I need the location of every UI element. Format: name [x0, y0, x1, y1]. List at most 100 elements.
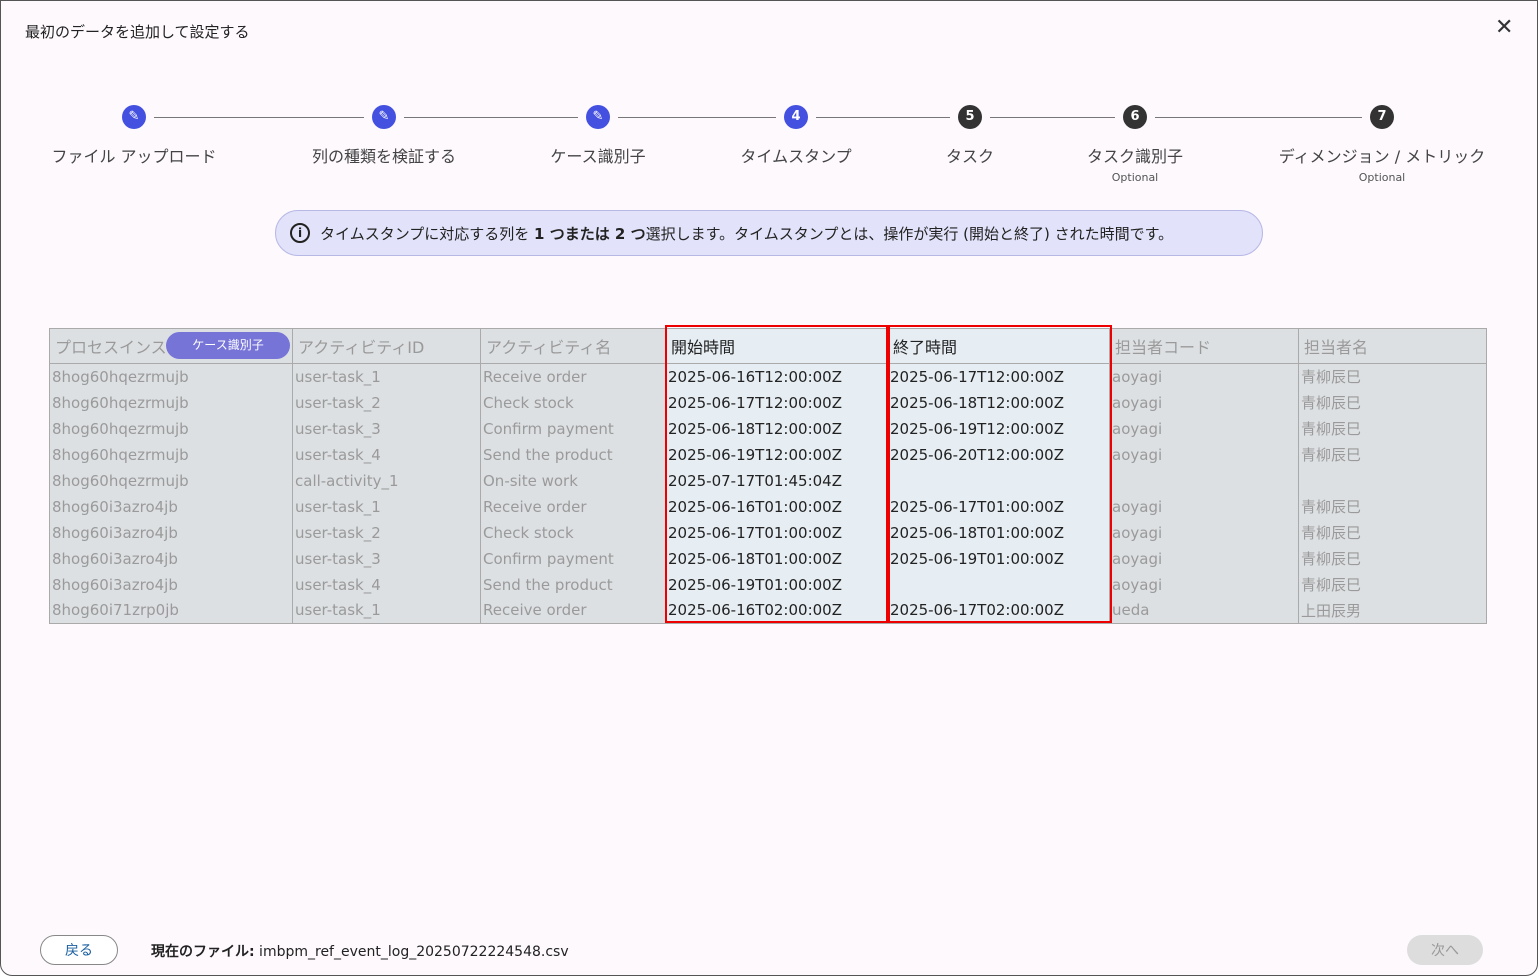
table-cell	[1109, 467, 1299, 494]
step-optional: Optional	[1111, 171, 1159, 184]
table-cell: aoyagi	[1109, 415, 1299, 442]
table-cell: user-task_1	[292, 597, 481, 624]
table-cell: user-task_3	[292, 545, 481, 572]
info-bold: 1 つまたは 2 つ	[534, 224, 646, 243]
current-file-label: 現在のファイル:	[151, 944, 255, 960]
step-number: 6	[1123, 105, 1147, 129]
table-cell: aoyagi	[1109, 389, 1299, 416]
table-cell: Confirm payment	[480, 545, 666, 572]
column-header[interactable]: アクティビティ名	[480, 328, 666, 364]
table-cell: 2025-06-18T12:00:00Z	[665, 415, 888, 442]
table-cell: 2025-06-17T02:00:00Z	[887, 597, 1110, 624]
back-button[interactable]: 戻る	[40, 935, 118, 965]
info-post: 選択します。タイムスタンプとは、操作が実行 (開始と終了) された時間です。	[645, 224, 1174, 243]
table-cell: Receive order	[480, 363, 666, 390]
step-6[interactable]: 6 タスク識別子 Optional	[1015, 105, 1255, 184]
table-cell: user-task_1	[292, 363, 481, 390]
table-cell: call-activity_1	[292, 467, 481, 494]
table-cell: 青柳辰巳	[1298, 415, 1487, 442]
table-cell: Confirm payment	[480, 415, 666, 442]
table-cell: 青柳辰巳	[1298, 441, 1487, 468]
table-cell: 上田辰男	[1298, 597, 1487, 624]
table-cell: 2025-06-16T01:00:00Z	[665, 493, 888, 520]
table-cell: 2025-06-17T12:00:00Z	[887, 363, 1110, 390]
table-cell: Receive order	[480, 493, 666, 520]
table-cell: Send the product	[480, 571, 666, 598]
table-row: 8hog60hqezrmujb user-task_3 Confirm paymen…	[49, 415, 1487, 442]
table-row: 8hog60hqezrmujb user-task_2 Check stock 202…	[49, 389, 1487, 416]
table-cell: 2025-06-20T12:00:00Z	[887, 441, 1110, 468]
table-cell: aoyagi	[1109, 519, 1299, 546]
table-cell: user-task_4	[292, 571, 481, 598]
table-cell: 2025-06-19T12:00:00Z	[887, 415, 1110, 442]
info-pre: タイムスタンプに対応する列を	[320, 224, 535, 243]
table-cell: user-task_2	[292, 519, 481, 546]
table-cell: 青柳辰巳	[1298, 545, 1487, 572]
table-cell: 8hog60hqezrmujb	[49, 415, 293, 442]
info-banner: i タイムスタンプに対応する列を 1 つまたは 2 つ選択します。タイムスタンプ…	[275, 210, 1263, 256]
current-file-name: imbpm_ref_event_log_20250722224548.csv	[254, 944, 569, 960]
table-cell: 2025-06-18T01:00:00Z	[665, 545, 888, 572]
table-row: 8hog60i3azro4jb user-task_3 Confirm paymen…	[49, 545, 1487, 572]
table-cell: 2025-06-19T01:00:00Z	[665, 571, 888, 598]
column-header[interactable]: 担当者名	[1298, 328, 1487, 364]
step-number: 4	[784, 105, 808, 129]
table-cell: 8hog60i3azro4jb	[49, 519, 293, 546]
table-cell: 2025-06-17T12:00:00Z	[665, 389, 888, 416]
table-cell: 青柳辰巳	[1298, 389, 1487, 416]
step-7[interactable]: 7 ディメンジョン / メトリック Optional	[1262, 105, 1502, 184]
table-cell: 8hog60i3azro4jb	[49, 571, 293, 598]
column-header-label: アクティビティ名	[486, 338, 612, 357]
column-header-label: 担当者名	[1304, 338, 1369, 357]
table-row: 8hog60hqezrmujb user-task_4 Send the produ…	[49, 441, 1487, 468]
table-cell: 2025-06-19T01:00:00Z	[887, 545, 1110, 572]
table-cell: Check stock	[480, 389, 666, 416]
column-header-label: プロセスインス	[55, 338, 167, 357]
table-cell: 2025-07-17T01:45:04Z	[665, 467, 888, 494]
table-cell: 8hog60hqezrmujb	[49, 467, 293, 494]
table-cell: 8hog60hqezrmujb	[49, 441, 293, 468]
step-label: タスク識別子	[1086, 147, 1183, 166]
table-cell: 青柳辰巳	[1298, 519, 1487, 546]
table-cell: Check stock	[480, 519, 666, 546]
column-header[interactable]: 開始時間	[665, 328, 888, 364]
column-header[interactable]: 終了時間	[887, 328, 1110, 364]
close-icon[interactable]: ✕	[1495, 15, 1513, 40]
table-row: 8hog60i3azro4jb user-task_4 Send the produ…	[49, 571, 1487, 598]
step-number: 5	[958, 105, 982, 129]
column-header[interactable]: 担当者コード	[1109, 328, 1299, 364]
table-cell: aoyagi	[1109, 545, 1299, 572]
column-header[interactable]: アクティビティID	[292, 328, 481, 364]
column-header-label: 担当者コード	[1115, 338, 1212, 357]
dialog-title: 最初のデータを追加して設定する	[25, 23, 250, 41]
table-cell: 2025-06-18T12:00:00Z	[887, 389, 1110, 416]
table-cell: aoyagi	[1109, 571, 1299, 598]
table-cell: aoyagi	[1109, 441, 1299, 468]
table-cell: aoyagi	[1109, 493, 1299, 520]
table-cell	[887, 571, 1110, 598]
column-header[interactable]: プロセスインス ケース識別子	[49, 328, 293, 364]
info-text: タイムスタンプに対応する列を 1 つまたは 2 つ選択します。タイムスタンプとは…	[320, 223, 1173, 244]
table-cell: 2025-06-17T01:00:00Z	[665, 519, 888, 546]
pencil-icon: ✎	[372, 105, 396, 129]
table-cell: 8hog60i3azro4jb	[49, 493, 293, 520]
step-1[interactable]: ✎ ファイル アップロード	[14, 105, 254, 167]
data-preview-table: プロセスインス ケース識別子 アクティビティID アクティビティ名 開始時間 終了時間 担当…	[49, 328, 1487, 624]
table-cell: 青柳辰巳	[1298, 363, 1487, 390]
table-cell: 8hog60hqezrmujb	[49, 363, 293, 390]
table-cell: 2025-06-18T01:00:00Z	[887, 519, 1110, 546]
table-cell: 2025-06-16T02:00:00Z	[665, 597, 888, 624]
table-cell: 青柳辰巳	[1298, 571, 1487, 598]
column-header-label: 開始時間	[671, 338, 736, 357]
next-button[interactable]: 次へ	[1407, 935, 1483, 965]
table-cell: user-task_3	[292, 415, 481, 442]
table-cell: 8hog60hqezrmujb	[49, 389, 293, 416]
step-2[interactable]: ✎ 列の種類を検証する	[264, 105, 504, 167]
step-label: ディメンジョン / メトリック	[1278, 147, 1486, 166]
table-cell	[887, 467, 1110, 494]
column-header-label: アクティビティID	[298, 338, 425, 357]
column-header-label: 終了時間	[893, 338, 958, 357]
table-cell	[1298, 467, 1487, 494]
table-cell: 8hog60i3azro4jb	[49, 545, 293, 572]
pencil-icon: ✎	[122, 105, 146, 129]
